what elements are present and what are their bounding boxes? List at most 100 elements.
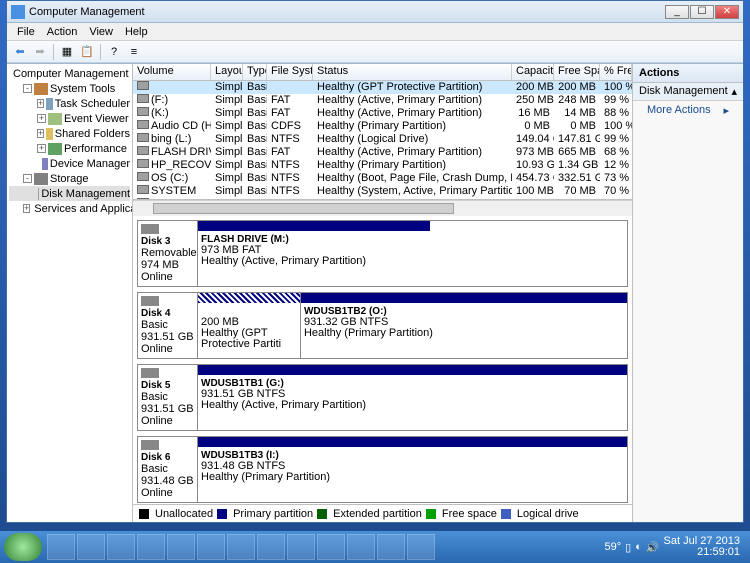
- nav-tree[interactable]: Computer Management (Local -System Tools…: [7, 64, 133, 522]
- collapse-icon[interactable]: -: [23, 84, 32, 93]
- clock-icon: [46, 98, 53, 110]
- disk-3[interactable]: Disk 3Removable974 MBOnline FLASH DRIVE …: [137, 220, 628, 287]
- tree-device-manager[interactable]: Device Manager: [9, 156, 130, 171]
- legend: Unallocated Primary partition Extended p…: [133, 504, 632, 522]
- col-status[interactable]: Status: [313, 64, 512, 80]
- table-row[interactable]: bing (L:)SimpleBasicNTFSHealthy (Logical…: [133, 133, 632, 146]
- legend-unallocated: Unallocated: [155, 508, 213, 520]
- disk-6[interactable]: Disk 6Basic931.48 GBOnline WDUSB1TB3 (I:…: [137, 436, 628, 503]
- legend-extended: Extended partition: [333, 508, 422, 520]
- taskbar-app[interactable]: [317, 534, 345, 560]
- drive-icon: [141, 224, 159, 234]
- minimize-button[interactable]: _: [665, 5, 689, 19]
- tray-icon[interactable]: ◐: [635, 541, 642, 553]
- maximize-button[interactable]: ☐: [690, 5, 714, 19]
- legend-logical: Logical drive: [517, 508, 579, 520]
- refresh-icon[interactable]: 📋: [78, 43, 96, 61]
- properties-icon[interactable]: ▦: [58, 43, 76, 61]
- partition[interactable]: WDUSB1TB2 (O:)931.32 GB NTFSHealthy (Pri…: [301, 293, 627, 358]
- drive-icon: [141, 440, 159, 450]
- taskbar[interactable]: 59° ▯ ◐ 🔊 Sat Jul 27 201321:59:01: [0, 531, 750, 563]
- table-header[interactable]: Volume Layout Type File System Status Ca…: [133, 64, 632, 81]
- drive-icon: [141, 296, 159, 306]
- tree-storage[interactable]: -Storage: [9, 171, 130, 186]
- perf-icon: [48, 143, 62, 155]
- tray-icon[interactable]: 🔊: [646, 541, 660, 554]
- collapse-icon[interactable]: -: [23, 174, 32, 183]
- col-layout[interactable]: Layout: [211, 64, 243, 80]
- forward-button[interactable]: ➡: [31, 43, 49, 61]
- device-icon: [42, 158, 48, 170]
- list-view-icon[interactable]: ≡: [125, 43, 143, 61]
- expand-icon[interactable]: +: [23, 204, 30, 213]
- partition[interactable]: 200 MBHealthy (GPT Protective Partiti: [198, 293, 301, 358]
- tree-disk-management[interactable]: Disk Management: [9, 186, 130, 201]
- volume-icon: [137, 120, 149, 129]
- table-row[interactable]: OS (C:)SimpleBasicNTFSHealthy (Boot, Pag…: [133, 172, 632, 185]
- taskbar-app[interactable]: [377, 534, 405, 560]
- taskbar-app[interactable]: [407, 534, 435, 560]
- actions-section[interactable]: Disk Management▴: [633, 83, 743, 101]
- table-row[interactable]: SimpleBasicHealthy (GPT Protective Parti…: [133, 81, 632, 94]
- col-fs[interactable]: File System: [267, 64, 313, 80]
- tree-task-scheduler[interactable]: +Task Scheduler: [9, 96, 130, 111]
- tray-icon[interactable]: ▯: [625, 541, 631, 554]
- partition[interactable]: WDUSB1TB1 (G:)931.51 GB NTFSHealthy (Act…: [198, 365, 627, 430]
- table-row[interactable]: Audio CD (H:)SimpleBasicCDFSHealthy (Pri…: [133, 120, 632, 133]
- tree-services-apps[interactable]: +Services and Applications: [9, 201, 130, 216]
- table-row[interactable]: HP_RECOVERY (D:)SimpleBasicNTFSHealthy (…: [133, 159, 632, 172]
- back-button[interactable]: ⬅: [11, 43, 29, 61]
- col-capacity[interactable]: Capacity: [512, 64, 554, 80]
- titlebar[interactable]: Computer Management _ ☐ ✕: [7, 1, 743, 23]
- table-row[interactable]: WDUSB1TB1 (G:)SimpleBasicNTFSHealthy (Ac…: [133, 198, 632, 199]
- taskbar-app[interactable]: [137, 534, 165, 560]
- disk-5[interactable]: Disk 5Basic931.51 GBOnline WDUSB1TB1 (G:…: [137, 364, 628, 431]
- taskbar-app[interactable]: [167, 534, 195, 560]
- table-row[interactable]: (F:)SimpleBasicFATHealthy (Active, Prima…: [133, 94, 632, 107]
- disk-4[interactable]: Disk 4Basic931.51 GBOnline 200 MBHealthy…: [137, 292, 628, 359]
- taskbar-app[interactable]: [77, 534, 105, 560]
- tray-temp[interactable]: 59°: [604, 541, 621, 553]
- table-row[interactable]: FLASH DRIVE (M:)SimpleBasicFATHealthy (A…: [133, 146, 632, 159]
- start-button[interactable]: [4, 533, 42, 561]
- folder-icon: [46, 128, 53, 140]
- col-pct[interactable]: % Free: [600, 64, 632, 80]
- expand-icon[interactable]: +: [37, 129, 44, 138]
- tree-root[interactable]: Computer Management (Local: [9, 66, 130, 81]
- table-row[interactable]: SYSTEMSimpleBasicNTFSHealthy (System, Ac…: [133, 185, 632, 198]
- tree-event-viewer[interactable]: +Event Viewer: [9, 111, 130, 126]
- taskbar-app[interactable]: [227, 534, 255, 560]
- menu-help[interactable]: Help: [119, 26, 154, 38]
- col-volume[interactable]: Volume: [133, 64, 211, 80]
- more-actions[interactable]: More Actions ▸: [633, 101, 743, 120]
- tools-icon: [34, 83, 48, 95]
- partition[interactable]: FLASH DRIVE (M:)973 MB FATHealthy (Activ…: [198, 221, 430, 286]
- taskbar-app[interactable]: [47, 534, 75, 560]
- taskbar-app[interactable]: [347, 534, 375, 560]
- taskbar-app[interactable]: [257, 534, 285, 560]
- taskbar-app[interactable]: [107, 534, 135, 560]
- tree-performance[interactable]: +Performance: [9, 141, 130, 156]
- menu-file[interactable]: File: [11, 26, 41, 38]
- storage-icon: [34, 173, 48, 185]
- menu-action[interactable]: Action: [41, 26, 84, 38]
- close-button[interactable]: ✕: [715, 5, 739, 19]
- menu-view[interactable]: View: [83, 26, 119, 38]
- tray-clock[interactable]: Sat Jul 27 201321:59:01: [664, 536, 740, 558]
- expand-icon[interactable]: +: [37, 114, 46, 123]
- table-row[interactable]: (K:)SimpleBasicFATHealthy (Active, Prima…: [133, 107, 632, 120]
- h-scrollbar[interactable]: [133, 200, 632, 216]
- taskbar-app[interactable]: [287, 534, 315, 560]
- disk-icon: [38, 188, 39, 200]
- tree-system-tools[interactable]: -System Tools: [9, 81, 130, 96]
- partition[interactable]: WDUSB1TB3 (I:)931.48 GB NTFSHealthy (Pri…: [198, 437, 627, 502]
- col-free[interactable]: Free Space: [554, 64, 600, 80]
- expand-icon[interactable]: +: [37, 144, 46, 153]
- volume-icon: [137, 185, 149, 194]
- taskbar-app[interactable]: [197, 534, 225, 560]
- help-icon[interactable]: ?: [105, 43, 123, 61]
- col-type[interactable]: Type: [243, 64, 267, 80]
- event-icon: [48, 113, 62, 125]
- tree-shared-folders[interactable]: +Shared Folders: [9, 126, 130, 141]
- expand-icon[interactable]: +: [37, 99, 44, 108]
